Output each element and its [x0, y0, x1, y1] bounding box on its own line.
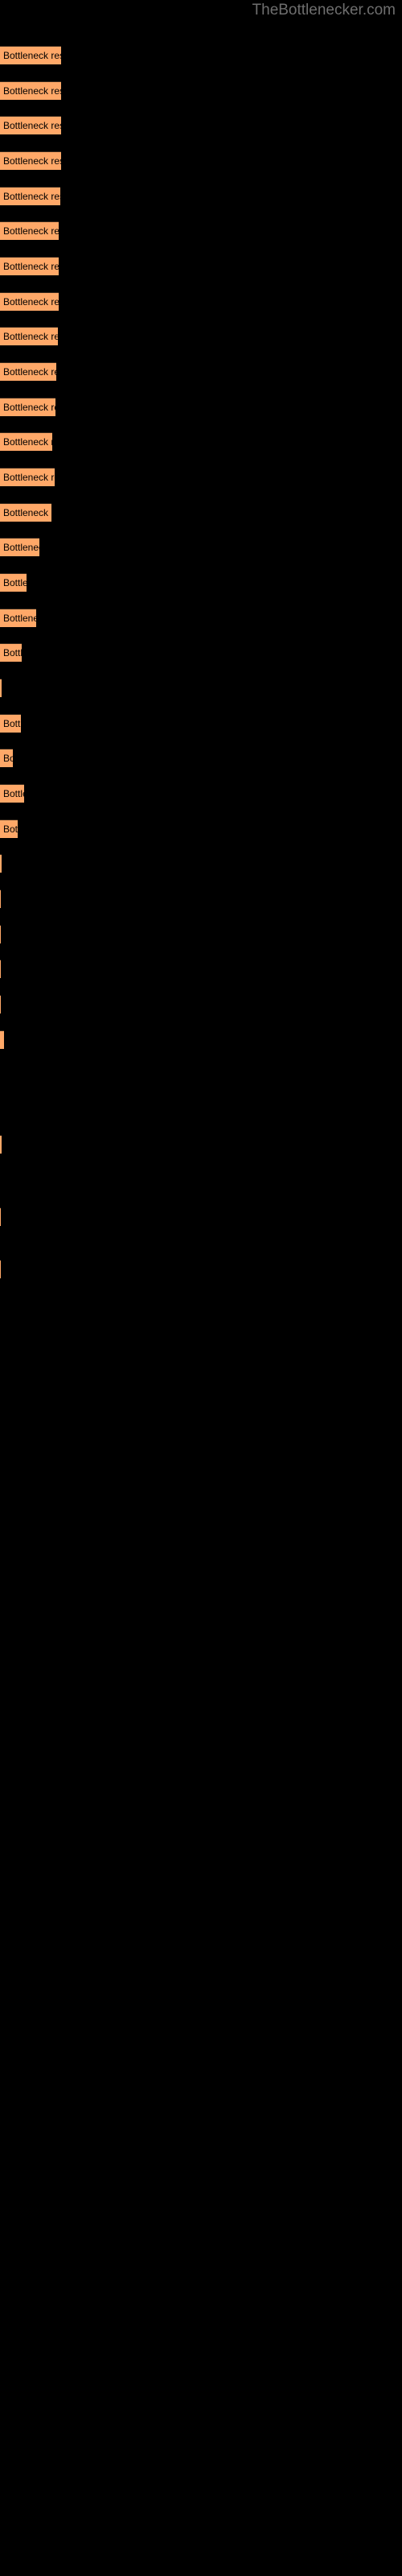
bar-item[interactable]: Bottleneck result — [0, 819, 18, 838]
bar-label: Bottleneck result — [3, 331, 58, 342]
bar-item[interactable]: Bottleneck result — [0, 854, 2, 873]
bottleneck-bar-chart: TheBottlenecker.com Bottleneck resultBot… — [0, 0, 402, 2576]
bar-item[interactable]: Bottleneck result — [0, 1208, 1, 1226]
bar-label: Bottleneck result — [3, 120, 61, 131]
bar-item[interactable]: Bottleneck result — [0, 749, 13, 767]
bar-item[interactable]: Bottleneck result — [0, 151, 61, 170]
bar-label: Bottleneck result — [3, 1034, 4, 1046]
bar-label: Bottleneck result — [3, 225, 59, 237]
bar-label: Bottleneck result — [3, 472, 55, 483]
bar-label: Bottleneck result — [3, 613, 36, 624]
bar-item[interactable]: Bottleneck result — [0, 714, 21, 733]
bar-item[interactable]: Bottleneck result — [0, 398, 55, 416]
bar-item[interactable]: Bottleneck result — [0, 890, 1, 908]
bar-item[interactable]: Bottleneck result — [0, 1260, 1, 1278]
bar-item[interactable]: Bottleneck result — [0, 1030, 4, 1049]
bar-item[interactable]: Bottleneck result — [0, 784, 24, 803]
bar-item[interactable]: Bottleneck result — [0, 960, 1, 978]
bar-item[interactable]: Bottleneck result — [0, 679, 2, 697]
bar-label: Bottleneck result — [3, 788, 24, 799]
bar-item[interactable]: Bottleneck result — [0, 1135, 2, 1154]
bar-label: Bottleneck result — [3, 436, 52, 448]
bar-item[interactable]: Bottleneck result — [0, 468, 55, 486]
bar-item[interactable]: Bottleneck result — [0, 503, 51, 522]
bar-item[interactable]: Bottleneck result — [0, 46, 61, 64]
bar-item[interactable]: Bottleneck result — [0, 609, 36, 627]
bar-label: Bottleneck result — [3, 718, 21, 729]
bar-label: Bottleneck result — [3, 647, 22, 658]
bar-item[interactable]: Bottleneck result — [0, 221, 59, 240]
bar-item[interactable]: Bottleneck result — [0, 362, 56, 381]
bar-label: Bottleneck result — [3, 824, 18, 835]
bar-label: Bottleneck result — [3, 507, 51, 518]
bar-label: Bottleneck result — [3, 296, 59, 308]
bar-label: Bottleneck result — [3, 261, 59, 272]
bar-item[interactable]: Bottleneck result — [0, 257, 59, 275]
bar-label: Bottleneck result — [3, 577, 27, 588]
bar-item[interactable]: Bottleneck result — [0, 925, 1, 943]
bar-item[interactable]: Bottleneck result — [0, 327, 58, 345]
bar-label: Bottleneck result — [3, 155, 61, 167]
bar-label: Bottleneck result — [3, 85, 61, 97]
bar-label: Bottleneck result — [3, 542, 39, 553]
bar-item[interactable]: Bottleneck result — [0, 81, 61, 100]
bar-label: Bottleneck result — [3, 50, 61, 61]
bar-item[interactable]: Bottleneck result — [0, 116, 61, 134]
bar-item[interactable]: Bottleneck result — [0, 187, 60, 205]
bar-item[interactable]: Bottleneck result — [0, 292, 59, 311]
bar-series: Bottleneck result Bottleneck result Bottle… — [0, 0, 402, 2576]
bar-label: Bottleneck result — [3, 366, 56, 378]
bar-label: Bottleneck result — [3, 753, 13, 764]
bar-item[interactable]: Bottleneck result — [0, 643, 22, 662]
bar-label: Bottleneck result — [3, 402, 55, 413]
bar-label: Bottleneck result — [3, 191, 60, 202]
bar-item[interactable]: Bottleneck result — [0, 573, 27, 592]
bar-item[interactable]: Bottleneck result — [0, 995, 1, 1013]
bar-item[interactable]: Bottleneck result — [0, 538, 39, 556]
bar-item[interactable]: Bottleneck result — [0, 432, 52, 451]
